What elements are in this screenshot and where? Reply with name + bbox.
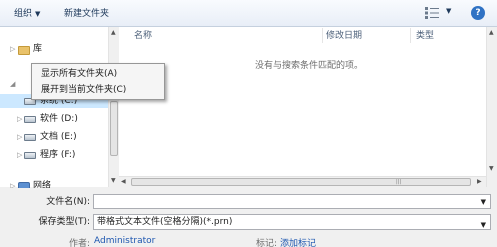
author-value[interactable]: Administrator [94,236,155,246]
chevron-down-icon[interactable]: ▼ [481,218,486,232]
horizontal-scrollbar[interactable]: ◀ ||| ▶ [119,176,486,187]
expand-arrow-icon[interactable]: ▷ [17,115,22,123]
navigation-scrollbar[interactable]: ▲ ▼ [108,27,119,187]
expand-arrow-icon[interactable]: ◢ [10,80,15,88]
expand-arrow-icon[interactable]: ▷ [17,151,22,159]
nav-item-drive-e[interactable]: 文档 (E:) [40,130,77,144]
column-header-modified[interactable]: 修改日期 [326,30,362,42]
view-options-icon[interactable] [425,7,439,19]
library-icon [18,46,30,55]
new-folder-button[interactable]: 新建文件夹 [64,7,109,21]
organize-label: 组织 [14,9,33,19]
filetype-label: 保存类型(T): [38,217,90,227]
filetype-select[interactable]: 带格式文本文件(空格分隔)(*.prn) ▼ [93,214,491,230]
expand-arrow-icon[interactable]: ▷ [10,45,15,53]
drive-icon [24,134,36,141]
filename-label: 文件名(N): [46,197,90,207]
menu-item-expand-to-current[interactable]: 展开到当前文件夹(C) [41,83,126,97]
scroll-down-icon[interactable]: ▼ [489,165,494,172]
column-header-type[interactable]: 类型 [416,30,434,42]
column-separator[interactable] [410,28,411,43]
filetype-value: 带格式文本文件(空格分隔)(*.prn) [97,217,233,227]
column-separator[interactable] [322,28,323,43]
vertical-scrollbar[interactable]: ▲ ▼ [486,27,497,187]
organize-button[interactable]: 组织 ▼ [14,7,40,21]
scroll-grip-icon: ||| [396,179,402,185]
nav-item-library[interactable]: 库 [33,42,42,56]
add-tags-link[interactable]: 添加标记 [280,236,316,247]
author-label: 作者: [69,239,91,247]
column-header-name[interactable]: 名称 [134,30,152,42]
drive-icon [24,152,36,159]
scroll-down-icon[interactable]: ▼ [111,177,116,184]
scroll-thumb[interactable] [110,101,118,156]
scroll-up-icon[interactable]: ▲ [111,29,116,36]
scroll-up-icon[interactable]: ▲ [489,29,494,36]
help-icon[interactable]: ? [471,6,485,20]
menu-item-show-all-folders[interactable]: 显示所有文件夹(A) [41,67,117,81]
navigation-pane: ▷ 库 ◢ 系统 (C:) ▷ 软件 (D:) ▷ 文档 (E:) ▷ 程序 (… [0,27,108,191]
nav-item-drive-f[interactable]: 程序 (F:) [40,148,75,162]
chevron-down-icon: ▼ [35,10,41,18]
nav-item-drive-d[interactable]: 软件 (D:) [40,112,78,126]
command-bar: 组织 ▼ 新建文件夹 ▼ ? [0,0,497,27]
drive-icon [24,116,36,123]
context-menu: 显示所有文件夹(A) 展开到当前文件夹(C) [31,63,165,100]
empty-message: 没有与搜索条件匹配的项。 [255,61,364,71]
view-chevron-down-icon[interactable]: ▼ [446,7,451,15]
chevron-down-icon[interactable]: ▼ [481,198,486,206]
scroll-thumb[interactable] [131,178,471,186]
filename-input[interactable]: ▼ [93,194,491,209]
expand-arrow-icon[interactable]: ▷ [17,133,22,141]
scroll-left-icon[interactable]: ◀ [121,178,126,185]
tags-label: 标记: [256,239,278,247]
file-list-pane[interactable] [119,27,497,187]
scroll-right-icon[interactable]: ▶ [477,178,482,185]
